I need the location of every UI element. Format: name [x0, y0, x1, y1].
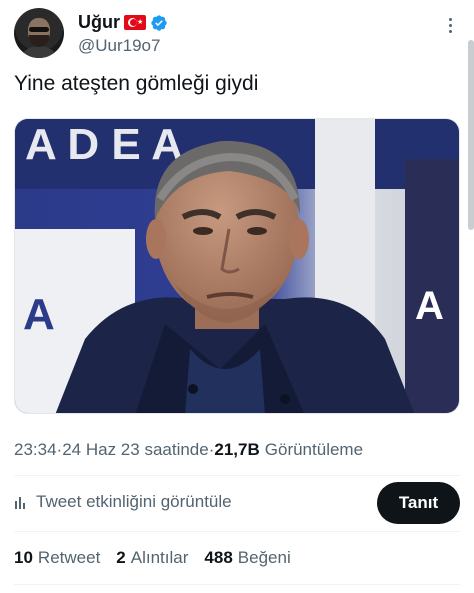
retweets-stat[interactable]: 10 Retweet — [14, 548, 100, 568]
author-handle[interactable]: @Uur19o7 — [78, 36, 160, 56]
tweet-analytics-link[interactable]: Tweet etkinliğini görüntüle — [14, 492, 232, 512]
avatar-beard — [29, 35, 49, 47]
more-dot-icon — [448, 18, 452, 21]
retweets-count: 10 — [14, 548, 33, 567]
tweet-stats: 10 Retweet 2 Alıntılar 488 Beğeni — [14, 548, 291, 568]
photo-illustration: A D E A A A — [15, 119, 459, 413]
promote-button[interactable]: Tanıt — [377, 482, 460, 524]
quotes-stat[interactable]: 2 Alıntılar — [116, 548, 188, 568]
quotes-count: 2 — [116, 548, 126, 567]
divider — [14, 531, 460, 532]
author-name-row[interactable]: Uğur ★ — [78, 12, 168, 33]
retweets-label: Retweet — [37, 548, 101, 567]
verified-badge-icon — [151, 14, 167, 31]
tweet-date[interactable]: 24 Haz 23 saatinde — [62, 440, 209, 460]
more-dot-icon — [448, 24, 452, 27]
more-options-button[interactable] — [440, 18, 460, 42]
scrollbar[interactable] — [468, 40, 474, 230]
analytics-chart-icon — [15, 497, 25, 509]
more-dot-icon — [448, 30, 452, 33]
tweet-text: Yine ateşten gömleği giydi — [14, 72, 259, 95]
likes-count: 488 — [204, 548, 233, 567]
svg-text:A: A — [23, 290, 55, 339]
likes-stat[interactable]: 488 Beğeni — [204, 548, 290, 568]
tweet-photo[interactable]: A D E A A A — [14, 118, 460, 414]
divider — [14, 584, 460, 585]
quotes-label: Alıntılar — [130, 548, 189, 567]
turkey-flag-icon: ★ — [124, 15, 146, 30]
divider — [14, 475, 460, 476]
svg-text:A D E A: A D E A — [25, 120, 183, 169]
avatar-glasses — [29, 27, 49, 32]
svg-text:A: A — [415, 284, 444, 328]
views-label: Görüntüleme — [264, 440, 364, 459]
views-count: 21,7B — [214, 440, 260, 459]
likes-label: Beğeni — [237, 548, 291, 567]
avatar[interactable] — [14, 8, 64, 58]
analytics-label: Tweet etkinliğini görüntüle — [36, 492, 232, 511]
author-display-name[interactable]: Uğur — [78, 12, 120, 33]
avatar-shoulders — [18, 46, 60, 58]
tweet-time[interactable]: 23:34 — [14, 440, 57, 460]
tweet-meta: 23:34 · 24 Haz 23 saatinde · 21,7B Görün… — [14, 440, 363, 460]
